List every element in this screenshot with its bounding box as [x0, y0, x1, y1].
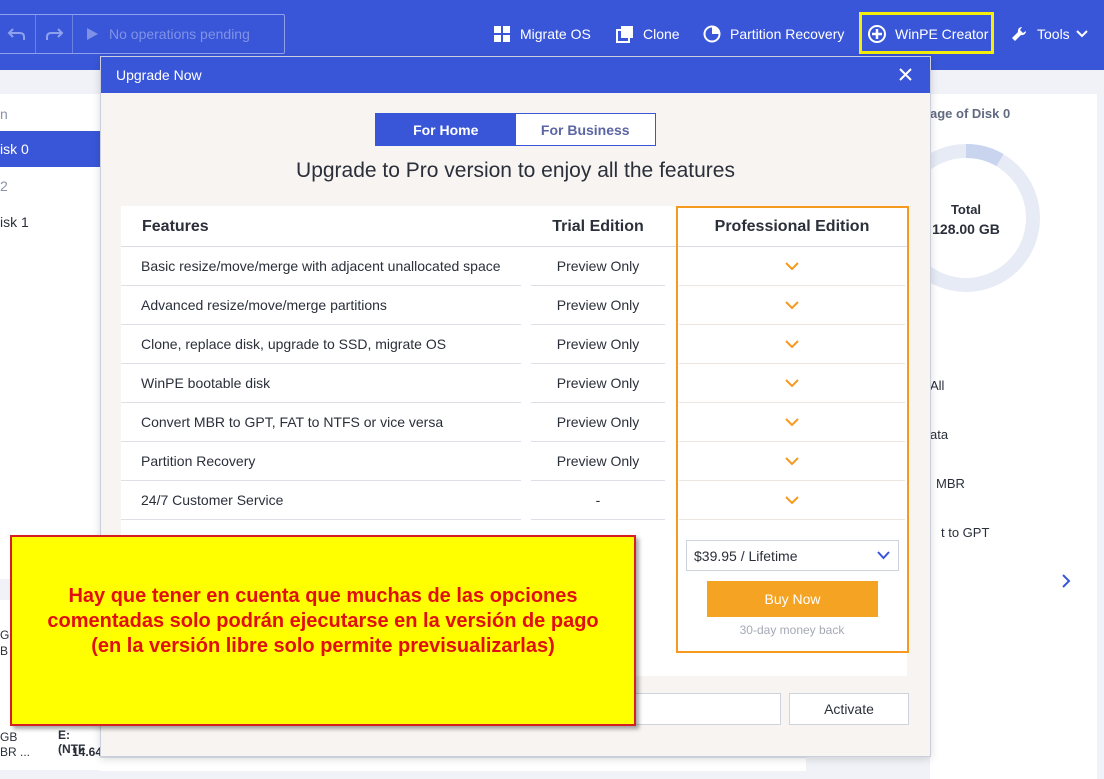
feature-name: Convert MBR to GPT, FAT to NTFS or vice … — [121, 403, 521, 442]
trial-value: Preview Only — [531, 364, 665, 403]
tools-label: Tools — [1037, 26, 1070, 42]
disk-list-item: 2 — [0, 178, 8, 194]
feature-name: Partition Recovery — [121, 442, 521, 481]
action-link[interactable]: All — [930, 378, 944, 393]
license-select-value: $39.95 / Lifetime — [694, 547, 798, 564]
disk-list-item: n — [0, 106, 8, 122]
trial-value: Preview Only — [531, 247, 665, 286]
disk-list-item-disk-1[interactable]: isk 1 — [0, 204, 100, 240]
operations-group: No operations pending — [0, 14, 285, 54]
trial-column-header: Trial Edition — [552, 218, 644, 235]
feature-name: Clone, replace disk, upgrade to SSD, mig… — [121, 325, 521, 364]
partition-size: 14.64 — [72, 745, 103, 759]
tab-for-business[interactable]: For Business — [515, 114, 655, 145]
feature-name: Basic resize/move/merge with adjacent un… — [121, 247, 521, 286]
total-value: 128.00 GB — [932, 221, 1000, 237]
buy-now-button[interactable]: Buy Now — [707, 581, 878, 617]
action-link[interactable]: MBR — [936, 476, 965, 491]
partition-recovery-label: Partition Recovery — [730, 26, 845, 42]
tab-for-home[interactable]: For Home — [376, 114, 516, 145]
activate-button[interactable]: Activate — [789, 693, 909, 725]
redo-icon — [46, 28, 64, 40]
partition-text: GB — [0, 730, 18, 744]
dialog-headline: Upgrade to Pro version to enjoy all the … — [296, 159, 735, 182]
dialog-title: Upgrade Now — [116, 67, 202, 83]
apply-operations-button[interactable]: No operations pending — [73, 26, 250, 42]
winpe-highlight-box — [859, 12, 994, 54]
partition-text: BR ... — [0, 745, 31, 759]
undo-icon — [7, 28, 25, 40]
disk-list-item-disk-0[interactable]: isk 0 — [0, 131, 100, 167]
chevron-down-icon — [877, 551, 890, 560]
features-column-header: Features — [142, 218, 209, 235]
trial-value: Preview Only — [531, 403, 665, 442]
trial-value: - — [531, 481, 665, 520]
disk-list-panel: n isk 0 2 isk 1 — [0, 94, 100, 579]
bottom-scroll-strip — [100, 757, 806, 771]
feature-name: 24/7 Customer Service — [121, 481, 521, 520]
partition-text: B — [0, 644, 9, 658]
tools-menu[interactable]: Tools — [1010, 22, 1088, 46]
dialog-header: Upgrade Now — [101, 57, 930, 93]
feature-name: WinPE bootable disk — [121, 364, 521, 403]
trial-value: Preview Only — [531, 286, 665, 325]
total-label: Total — [950, 202, 982, 217]
partition-recovery-button[interactable]: Partition Recovery — [703, 22, 844, 46]
feature-name: Advanced resize/move/merge partitions — [121, 286, 521, 325]
clone-button[interactable]: Clone — [616, 22, 680, 46]
redo-button[interactable] — [36, 15, 73, 53]
clone-label: Clone — [643, 26, 680, 42]
pending-label: No operations pending — [109, 26, 250, 42]
action-link[interactable]: t to GPT — [941, 525, 989, 540]
annotation-note: Hay que tener en cuenta que muchas de la… — [10, 535, 636, 726]
license-code-input[interactable] — [621, 693, 781, 725]
migrate-os-label: Migrate OS — [520, 26, 591, 42]
license-select[interactable]: $39.95 / Lifetime — [686, 540, 899, 571]
annotation-text: Hay que tener en cuenta que muchas de la… — [47, 585, 599, 657]
chevron-down-icon — [1075, 30, 1088, 38]
trial-value: Preview Only — [531, 325, 665, 364]
pie-icon — [703, 25, 721, 43]
close-icon[interactable] — [898, 67, 913, 82]
play-icon — [87, 28, 98, 40]
wrench-icon — [1012, 26, 1027, 41]
chevron-right-icon[interactable] — [1060, 574, 1072, 588]
disk-usage-title: age of Disk 0 — [930, 106, 1011, 121]
trial-value: Preview Only — [531, 442, 665, 481]
clone-icon — [616, 26, 633, 43]
undo-button[interactable] — [0, 15, 36, 53]
windows-icon — [494, 26, 510, 42]
migrate-os-button[interactable]: Migrate OS — [493, 22, 591, 46]
action-link[interactable]: ata — [930, 427, 948, 442]
partition-text: G — [0, 628, 10, 642]
money-back-note: 30-day money back — [739, 623, 845, 637]
edition-tabs: For Home For Business — [375, 113, 656, 146]
